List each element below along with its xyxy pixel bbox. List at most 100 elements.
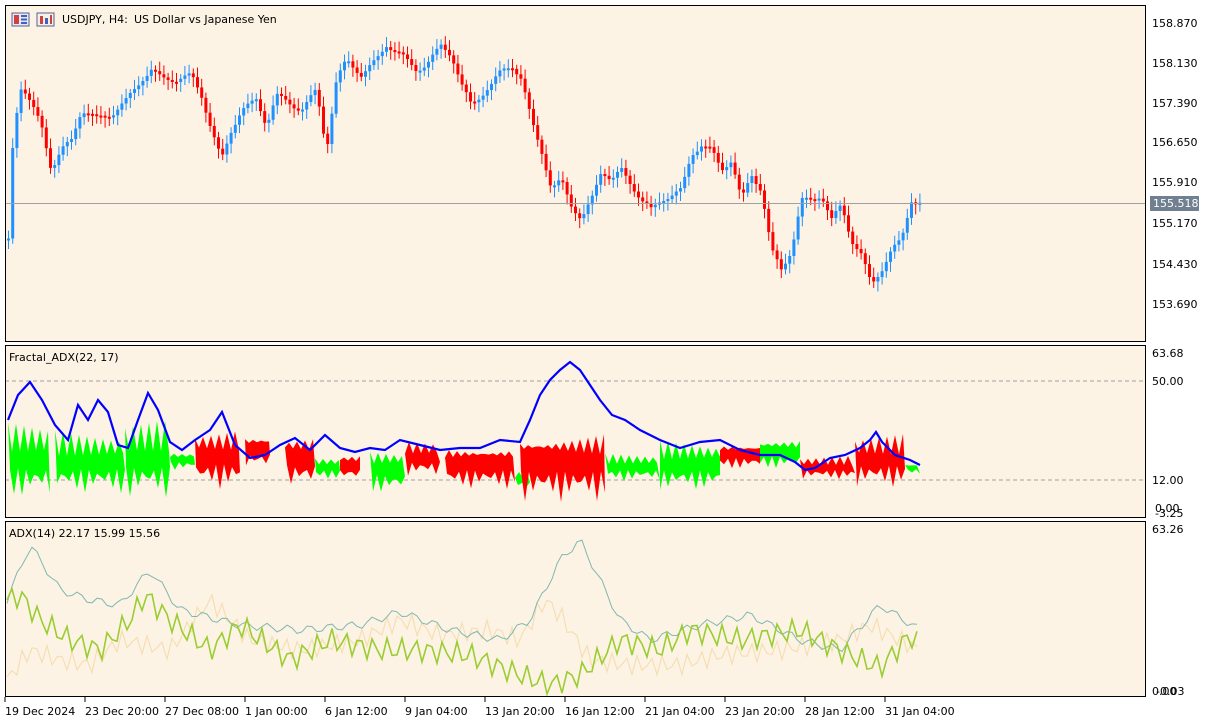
candle-body xyxy=(691,155,695,164)
candle-body xyxy=(792,239,796,256)
candle-body xyxy=(263,111,267,123)
candle-body xyxy=(422,67,426,71)
price-pane[interactable] xyxy=(5,5,1146,342)
candle-body xyxy=(452,55,456,64)
candle-body xyxy=(889,251,892,262)
time-label: 28 Jan 12:00 xyxy=(805,705,875,718)
candle-body xyxy=(435,48,439,55)
candle-body xyxy=(355,67,359,73)
candle-body xyxy=(884,261,888,272)
candle-body xyxy=(65,141,69,147)
candle-body xyxy=(553,185,556,188)
candle-body xyxy=(347,61,351,64)
candle-body xyxy=(431,54,435,62)
candle-body xyxy=(704,146,708,149)
candle-body xyxy=(679,188,682,192)
candle-body xyxy=(70,139,73,142)
candle-body xyxy=(217,137,220,149)
chart-properties-icon[interactable] xyxy=(36,12,55,27)
candle-body xyxy=(490,83,493,91)
adx-pane[interactable] xyxy=(5,521,1146,697)
candle-body xyxy=(78,117,82,129)
candle-body xyxy=(254,99,258,102)
candle-body xyxy=(574,206,577,214)
candle-body xyxy=(515,68,519,75)
candle-body xyxy=(154,69,157,72)
candle-body xyxy=(334,82,338,114)
chart-window-icon[interactable] xyxy=(11,12,30,27)
candle-body xyxy=(145,75,149,81)
candle-body xyxy=(876,277,880,282)
candle-body xyxy=(246,103,250,109)
candle-body xyxy=(280,93,283,96)
candle-body xyxy=(15,112,19,149)
candle-body xyxy=(86,113,90,116)
time-label: 6 Jan 12:00 xyxy=(325,705,388,718)
candle-body xyxy=(905,217,909,233)
candle-body xyxy=(855,244,859,249)
level-label: -0.03 xyxy=(1156,685,1184,698)
level-label: 63.68 xyxy=(1152,347,1184,360)
candle-body xyxy=(414,64,418,72)
price-level-label: 155.910 xyxy=(1152,176,1198,189)
candle-body xyxy=(729,162,733,168)
time-label: 1 Jan 00:00 xyxy=(245,705,308,718)
candle-body xyxy=(536,125,540,140)
candle-body xyxy=(494,76,498,84)
candle-body xyxy=(616,171,619,178)
candle-body xyxy=(603,174,607,177)
time-label: 23 Dec 20:00 xyxy=(85,705,159,718)
candle-body xyxy=(595,184,598,196)
candle-body xyxy=(910,202,913,218)
candle-body xyxy=(204,97,208,113)
candle-body xyxy=(582,214,586,219)
candle-body xyxy=(275,93,279,106)
candle-body xyxy=(653,204,657,208)
fractal-adx-axis: 63.68 50.00 12.00 0.00 -3.25 xyxy=(1152,347,1184,520)
candle-body xyxy=(456,63,460,75)
price-axis[interactable]: 158.870 158.130 157.390 156.650 155.910 … xyxy=(1150,17,1199,311)
candle-body xyxy=(200,87,204,98)
chart-canvas[interactable]: USDJPY, H4: US Dollar vs Japanese Yen 15… xyxy=(0,0,1215,726)
candle-body xyxy=(208,112,212,126)
current-price-label: 155.518 xyxy=(1153,197,1199,210)
time-label: 16 Jan 12:00 xyxy=(565,705,635,718)
candle-body xyxy=(763,190,766,209)
time-axis[interactable]: 19 Dec 2024 23 Dec 20:00 27 Dec 08:00 1 … xyxy=(4,697,955,718)
candle-body xyxy=(124,98,128,104)
adx-title: ADX(14) 22.17 15.99 15.56 xyxy=(9,527,160,540)
candle-body xyxy=(233,124,237,133)
candle-body xyxy=(82,113,86,118)
candle-body xyxy=(32,99,36,108)
candle-body xyxy=(74,128,78,140)
candle-body xyxy=(498,70,502,77)
candle-body xyxy=(851,231,855,245)
candle-body xyxy=(439,44,443,49)
candle-body xyxy=(389,47,393,51)
price-level-label: 158.130 xyxy=(1152,57,1198,70)
candle-body xyxy=(368,65,372,72)
candle-body xyxy=(406,54,409,60)
candle-body xyxy=(301,109,304,112)
candle-body xyxy=(385,47,388,52)
candle-body xyxy=(116,109,120,116)
candle-body xyxy=(99,115,103,118)
candle-body xyxy=(586,204,590,215)
candle-body xyxy=(23,89,27,94)
price-level-label: 155.170 xyxy=(1152,217,1198,230)
candle-body xyxy=(313,89,317,96)
candle-body xyxy=(238,115,241,125)
candle-body xyxy=(767,208,771,233)
candle-body xyxy=(863,253,867,265)
candle-body xyxy=(460,74,464,85)
chart-window[interactable]: USDJPY, H4: US Dollar vs Japanese Yen 15… xyxy=(0,0,1215,726)
level-label: -3.25 xyxy=(1155,507,1183,520)
fractal-adx-pane[interactable] xyxy=(5,345,1146,518)
time-label: 13 Jan 20:00 xyxy=(485,705,555,718)
candle-body xyxy=(540,139,544,154)
candle-body xyxy=(485,90,489,96)
candle-body xyxy=(733,162,737,175)
candle-body xyxy=(473,101,477,104)
time-label: 9 Jan 04:00 xyxy=(405,705,468,718)
time-label: 19 Dec 2024 xyxy=(5,705,75,718)
